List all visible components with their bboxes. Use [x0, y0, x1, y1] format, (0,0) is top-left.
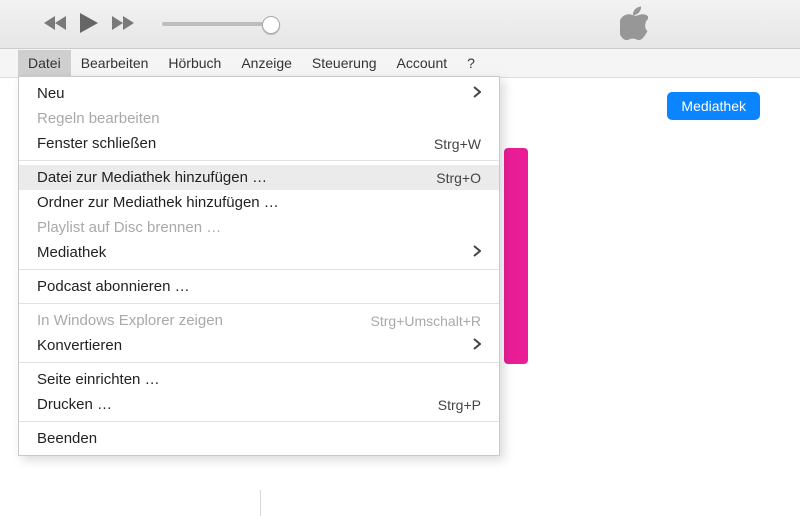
menu-separator	[19, 421, 499, 422]
menu-bar: DateiBearbeitenHörbuchAnzeigeSteuerungAc…	[0, 49, 800, 78]
menu-item-label: Datei zur Mediathek hinzufügen …	[37, 169, 436, 186]
divider	[260, 490, 261, 516]
menu-item-shortcut: Strg+W	[434, 136, 481, 152]
menu-steuerung[interactable]: Steuerung	[302, 50, 387, 76]
menu-item-label: Seite einrichten …	[37, 371, 481, 388]
menu-bearbeiten[interactable]: Bearbeiten	[71, 50, 159, 76]
menu-?[interactable]: ?	[457, 50, 485, 76]
menu-item[interactable]: Fenster schließenStrg+W	[19, 131, 499, 156]
menu-account[interactable]: Account	[387, 50, 458, 76]
menu-item-label: Mediathek	[37, 244, 473, 261]
right-pane: Mediathek	[667, 92, 760, 120]
toolbar	[0, 0, 800, 49]
chevron-right-icon	[473, 85, 481, 102]
menu-item-label: Neu	[37, 85, 473, 102]
menu-item[interactable]: Ordner zur Mediathek hinzufügen …	[19, 190, 499, 215]
menu-item-label: Konvertieren	[37, 337, 473, 354]
mediathek-button[interactable]: Mediathek	[667, 92, 760, 120]
menu-item-shortcut: Strg+Umschalt+R	[371, 313, 481, 329]
menu-item: In Windows Explorer zeigenStrg+Umschalt+…	[19, 308, 499, 333]
menu-hörbuch[interactable]: Hörbuch	[158, 50, 231, 76]
menu-item[interactable]: Datei zur Mediathek hinzufügen …Strg+O	[19, 165, 499, 190]
menu-item-label: Podcast abonnieren …	[37, 278, 481, 295]
menu-item-shortcut: Strg+P	[438, 397, 481, 413]
menu-item[interactable]: Podcast abonnieren …	[19, 274, 499, 299]
menu-item-shortcut: Strg+O	[436, 170, 481, 186]
menu-datei[interactable]: Datei	[18, 50, 71, 76]
menu-item-label: Ordner zur Mediathek hinzufügen …	[37, 194, 481, 211]
rewind-icon[interactable]	[44, 14, 68, 35]
content-accent	[504, 148, 528, 364]
playback-controls	[44, 11, 272, 38]
menu-separator	[19, 362, 499, 363]
volume-slider[interactable]	[162, 22, 272, 26]
menu-separator	[19, 303, 499, 304]
menu-item[interactable]: Seite einrichten …	[19, 367, 499, 392]
play-icon[interactable]	[78, 11, 100, 38]
apple-logo-icon	[620, 6, 648, 43]
menu-item-label: In Windows Explorer zeigen	[37, 312, 371, 329]
fastforward-icon[interactable]	[110, 14, 134, 35]
menu-item[interactable]: Konvertieren	[19, 333, 499, 358]
menu-item-label: Beenden	[37, 430, 481, 447]
menu-anzeige[interactable]: Anzeige	[231, 50, 302, 76]
menu-separator	[19, 160, 499, 161]
chevron-right-icon	[473, 337, 481, 354]
menu-item[interactable]: Mediathek	[19, 240, 499, 265]
menu-item[interactable]: Neu	[19, 81, 499, 106]
chevron-right-icon	[473, 244, 481, 261]
menu-item-label: Playlist auf Disc brennen …	[37, 219, 481, 236]
menu-item: Regeln bearbeiten	[19, 106, 499, 131]
menu-separator	[19, 269, 499, 270]
menu-item: Playlist auf Disc brennen …	[19, 215, 499, 240]
menu-item-label: Fenster schließen	[37, 135, 434, 152]
menu-item-label: Drucken …	[37, 396, 438, 413]
menu-item[interactable]: Beenden	[19, 426, 499, 451]
menu-item-label: Regeln bearbeiten	[37, 110, 481, 127]
slider-thumb[interactable]	[262, 16, 280, 34]
menu-item[interactable]: Drucken …Strg+P	[19, 392, 499, 417]
file-menu-dropdown: NeuRegeln bearbeitenFenster schließenStr…	[18, 76, 500, 456]
